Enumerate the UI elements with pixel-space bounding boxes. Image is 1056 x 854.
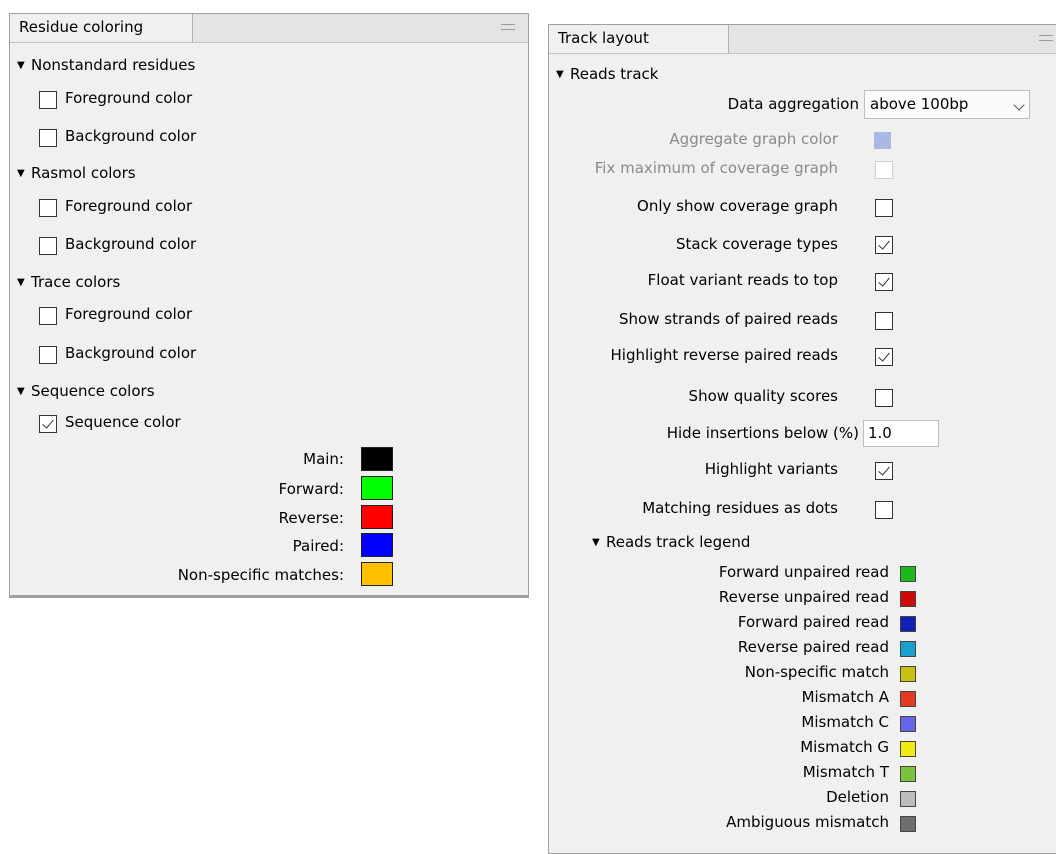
legend-label-reverse-paired: Reverse paired read (737, 638, 889, 656)
stack-coverage-checkbox[interactable] (875, 236, 893, 254)
triangle-down-icon: ▼ (592, 537, 600, 548)
sequence-color-checkbox[interactable] (39, 415, 57, 433)
residue-coloring-panel: Residue coloring ▼ Nonstandard residues F… (9, 13, 529, 598)
legend-swatch-mismatch-c (900, 716, 916, 732)
minimize-icon[interactable] (501, 24, 515, 30)
nonstandard-background-checkbox[interactable] (39, 129, 57, 147)
legend-label-mismatch-a: Mismatch A (801, 688, 889, 706)
rasmol-background-label: Background color (65, 235, 197, 253)
data-aggregation-select[interactable]: above 100bp (864, 90, 1030, 119)
minimize-icon[interactable] (1039, 35, 1053, 41)
tab-bar: Track layout (549, 25, 1056, 54)
section-reads-track[interactable]: ▼ Reads track (556, 65, 658, 83)
legend-swatch-mismatch-a (900, 691, 916, 707)
hide-insertions-input[interactable]: 1.0 (863, 420, 939, 447)
trace-foreground-label: Foreground color (65, 305, 193, 323)
section-reads-track-legend[interactable]: ▼ Reads track legend (592, 533, 750, 551)
highlight-variants-label: Highlight variants (704, 460, 838, 478)
aggregate-graph-color-label: Aggregate graph color (669, 130, 838, 148)
section-label: Sequence colors (31, 382, 155, 400)
legend-swatch-deletion (900, 791, 916, 807)
section-label: Reads track (570, 65, 659, 83)
trace-background-label: Background color (65, 344, 197, 362)
legend-label-forward-unpaired: Forward unpaired read (718, 563, 889, 581)
tab-bar: Residue coloring (10, 14, 528, 43)
tab-track-layout[interactable]: Track layout (549, 25, 729, 53)
show-strands-label: Show strands of paired reads (619, 310, 838, 328)
float-variant-checkbox[interactable] (875, 273, 893, 291)
forward-color-label: Forward: (278, 480, 344, 498)
fix-maximum-label: Fix maximum of coverage graph (594, 159, 838, 177)
triangle-down-icon: ▼ (17, 60, 25, 71)
legend-label-reverse-unpaired: Reverse unpaired read (718, 588, 889, 606)
section-sequence-colors[interactable]: ▼ Sequence colors (17, 382, 155, 400)
reverse-color-label: Reverse: (278, 509, 344, 527)
legend-label-forward-paired: Forward paired read (737, 613, 889, 631)
only-coverage-label: Only show coverage graph (637, 197, 838, 215)
matching-dots-checkbox[interactable] (875, 501, 893, 519)
rasmol-foreground-label: Foreground color (65, 197, 193, 215)
main-color-swatch[interactable] (361, 447, 393, 471)
legend-label-mismatch-g: Mismatch G (800, 738, 889, 756)
show-quality-label: Show quality scores (688, 387, 838, 405)
legend-label-mismatch-t: Mismatch T (802, 763, 889, 781)
matching-dots-label: Matching residues as dots (642, 499, 838, 517)
section-label: Rasmol colors (31, 164, 136, 182)
legend-swatch-mismatch-t (900, 766, 916, 782)
paired-color-swatch[interactable] (361, 533, 393, 557)
stack-coverage-label: Stack coverage types (675, 235, 838, 253)
rasmol-background-checkbox[interactable] (39, 237, 57, 255)
highlight-reverse-checkbox[interactable] (875, 348, 893, 366)
non-specific-color-label: Non-specific matches: (177, 566, 344, 584)
legend-label-non-specific: Non-specific match (744, 663, 889, 681)
legend-swatch-forward-paired (900, 616, 916, 632)
highlight-variants-checkbox[interactable] (875, 462, 893, 480)
sequence-color-label: Sequence color (65, 413, 181, 431)
nonstandard-background-label: Background color (65, 127, 197, 145)
tab-residue-coloring[interactable]: Residue coloring (10, 14, 193, 42)
section-rasmol-colors[interactable]: ▼ Rasmol colors (17, 164, 136, 182)
data-aggregation-value: above 100bp (870, 95, 969, 113)
fix-maximum-checkbox (875, 161, 893, 179)
section-trace-colors[interactable]: ▼ Trace colors (17, 273, 120, 291)
triangle-down-icon: ▼ (556, 69, 564, 80)
legend-swatch-reverse-unpaired (900, 591, 916, 607)
only-coverage-checkbox[interactable] (875, 199, 893, 217)
legend-swatch-reverse-paired (900, 641, 916, 657)
show-quality-checkbox[interactable] (875, 389, 893, 407)
legend-label-mismatch-c: Mismatch C (801, 713, 889, 731)
paired-color-label: Paired: (292, 537, 344, 555)
trace-background-checkbox[interactable] (39, 346, 57, 364)
float-variant-label: Float variant reads to top (647, 271, 838, 289)
section-label: Nonstandard residues (31, 56, 196, 74)
legend-label-ambiguous-mismatch: Ambiguous mismatch (726, 813, 889, 831)
data-aggregation-label: Data aggregation (727, 95, 859, 113)
triangle-down-icon: ▼ (17, 168, 25, 179)
trace-foreground-checkbox[interactable] (39, 307, 57, 325)
legend-label-deletion: Deletion (826, 788, 889, 806)
triangle-down-icon: ▼ (17, 386, 25, 397)
legend-swatch-forward-unpaired (900, 566, 916, 582)
nonstandard-foreground-label: Foreground color (65, 89, 193, 107)
forward-color-swatch[interactable] (361, 476, 393, 500)
legend-swatch-mismatch-g (900, 741, 916, 757)
main-color-label: Main: (303, 450, 344, 468)
legend-swatch-non-specific (900, 666, 916, 682)
chevron-down-icon (1013, 99, 1025, 111)
aggregate-graph-color-swatch (874, 132, 891, 149)
track-layout-panel: Track layout ▼ Reads track Data aggregati… (548, 24, 1056, 854)
show-strands-checkbox[interactable] (875, 312, 893, 330)
triangle-down-icon: ▼ (17, 277, 25, 288)
section-label: Reads track legend (606, 533, 751, 551)
nonstandard-foreground-checkbox[interactable] (39, 91, 57, 109)
reverse-color-swatch[interactable] (361, 505, 393, 529)
rasmol-foreground-checkbox[interactable] (39, 199, 57, 217)
non-specific-color-swatch[interactable] (361, 562, 393, 586)
highlight-reverse-label: Highlight reverse paired reads (610, 346, 838, 364)
hide-insertions-label: Hide insertions below (%) (666, 424, 859, 442)
section-nonstandard-residues[interactable]: ▼ Nonstandard residues (17, 56, 195, 74)
legend-swatch-ambiguous-mismatch (900, 816, 916, 832)
section-label: Trace colors (31, 273, 121, 291)
